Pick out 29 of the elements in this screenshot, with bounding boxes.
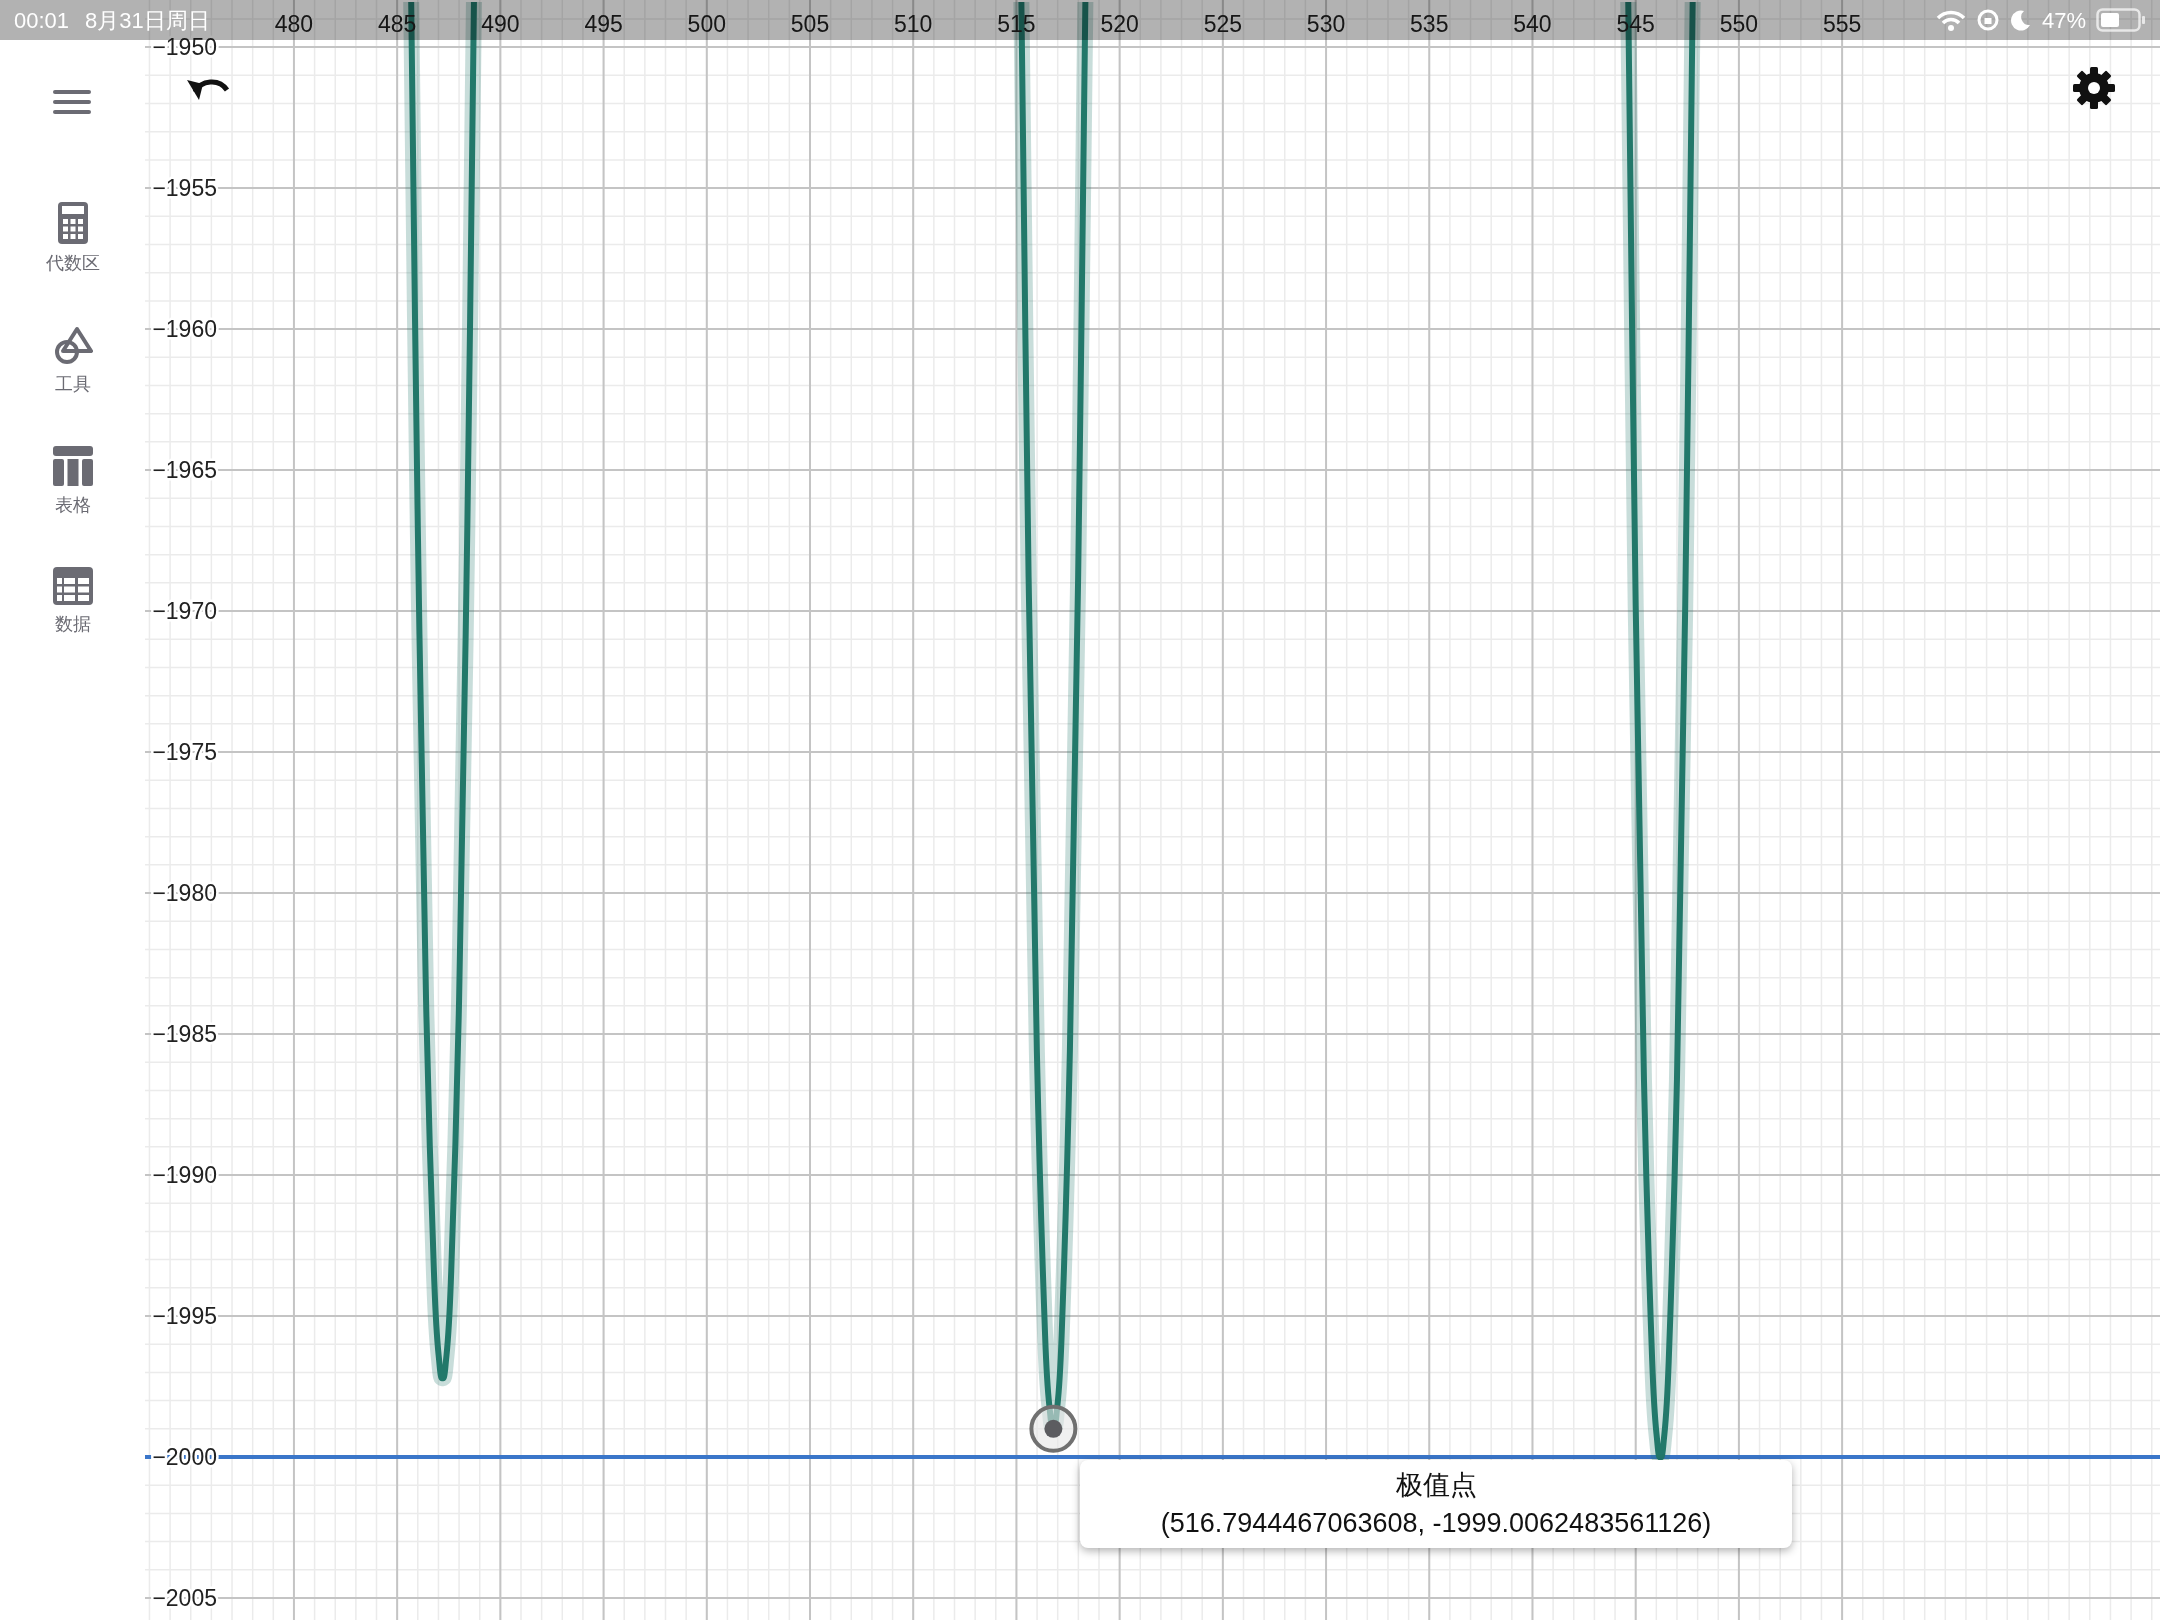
axis-label: −1950 xyxy=(152,34,217,61)
tooltip-coordinates: (516.7944467063608, -1999.0062483561126) xyxy=(1160,1507,1712,1540)
axis-label: 495 xyxy=(584,11,623,37)
axis-label: −1995 xyxy=(152,1303,217,1329)
axis-label: 510 xyxy=(894,11,933,37)
axis-label: 535 xyxy=(1410,11,1449,37)
axis-label: −1955 xyxy=(152,175,217,202)
axis-label: 480 xyxy=(274,11,314,37)
status-date: 8月31日周日 xyxy=(85,6,210,35)
axis-label: −1980 xyxy=(152,880,217,907)
axis-label: −1960 xyxy=(152,316,217,343)
axis-label: 525 xyxy=(1203,11,1243,37)
axis-label: 555 xyxy=(1822,11,1862,37)
axis-label: 540 xyxy=(1513,11,1552,37)
battery-percentage: 47% xyxy=(2041,6,2086,35)
axis-label: −2005 xyxy=(152,1585,217,1611)
axis-label: 490 xyxy=(481,11,520,37)
axis-label: −1985 xyxy=(152,1021,217,1048)
status-time: 00:01 xyxy=(14,6,70,35)
axis-label: −1970 xyxy=(152,598,217,625)
axis-label: −1990 xyxy=(152,1162,217,1189)
tooltip-title: 极值点 xyxy=(1395,1469,1477,1502)
axis-label: 550 xyxy=(1719,11,1759,37)
axis-label: 505 xyxy=(790,11,830,37)
axis-label: −1965 xyxy=(152,457,217,484)
axis-label: −1975 xyxy=(152,739,217,766)
axis-label: 520 xyxy=(1100,11,1139,37)
axis-label: 530 xyxy=(1306,11,1346,37)
axis-label: 500 xyxy=(687,11,726,37)
